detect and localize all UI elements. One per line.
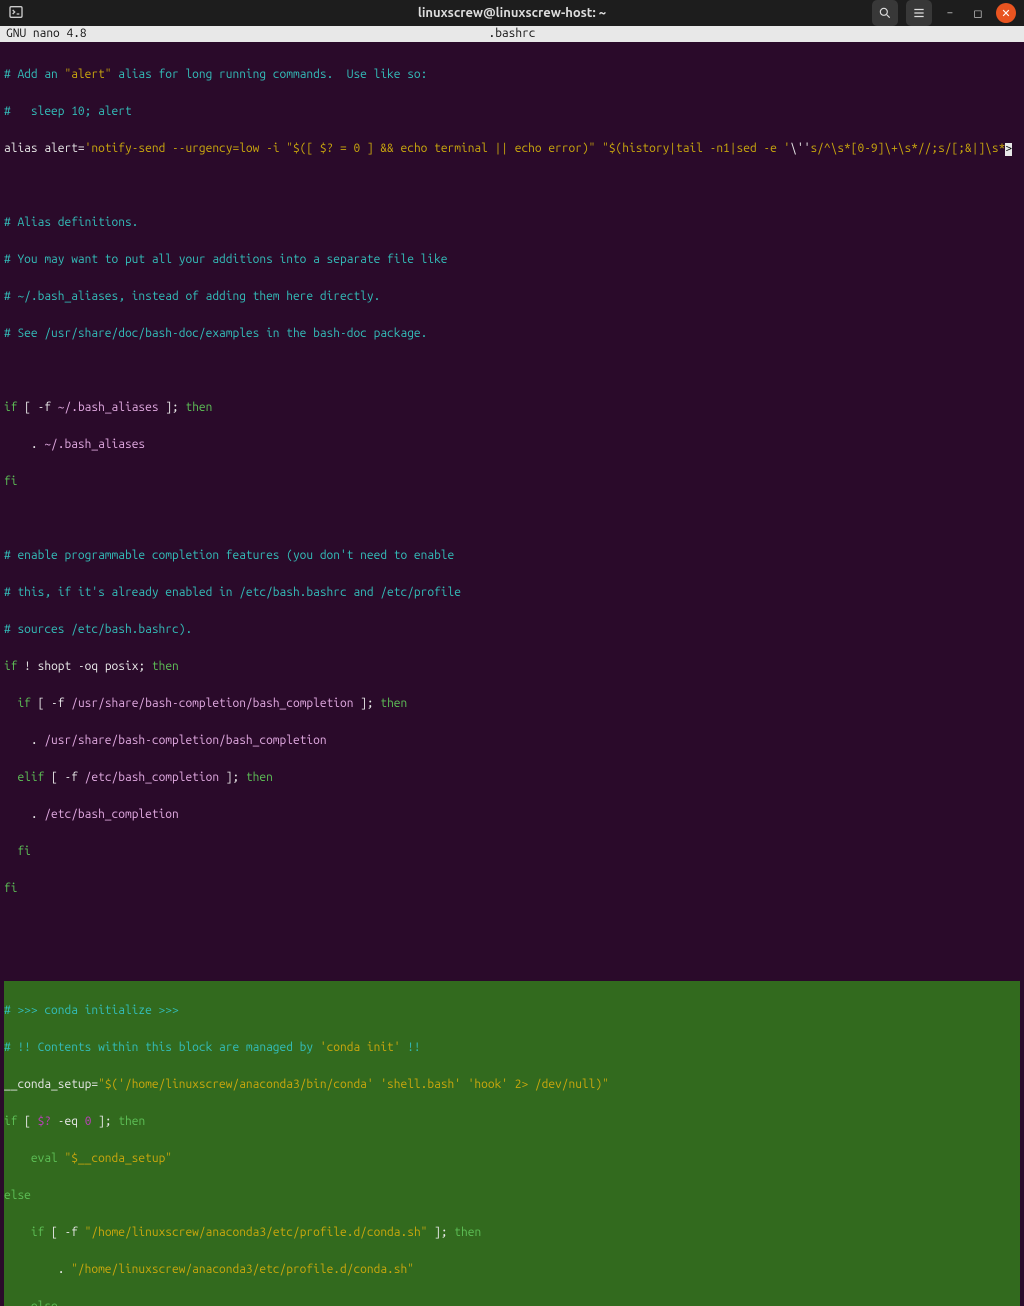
maximize-button[interactable]: ◻ [968, 3, 988, 23]
code-line: # !! Contents within this block are mana… [4, 1042, 1020, 1055]
gnome-top-bar: linuxscrew@linuxscrew-host: ~ − ◻ ✕ [0, 0, 1024, 26]
code-line: elif [ -f /etc/bash_completion ]; then [4, 772, 1020, 785]
code-line: . /etc/bash_completion [4, 809, 1020, 822]
menu-button[interactable] [906, 0, 932, 26]
code-line [4, 920, 1020, 933]
code-line: # Add an "alert" alias for long running … [4, 69, 1020, 82]
code-line: . ~/.bash_aliases [4, 439, 1020, 452]
code-line: # ~/.bash_aliases, instead of adding the… [4, 291, 1020, 304]
code-line: if [ -f /usr/share/bash-completion/bash_… [4, 698, 1020, 711]
code-line: alias alert='notify-send --urgency=low -… [4, 143, 1020, 156]
code-line [4, 180, 1020, 193]
close-button[interactable]: ✕ [996, 3, 1016, 23]
terminal-icon [8, 4, 24, 23]
code-line [4, 365, 1020, 378]
code-line: # sleep 10; alert [4, 106, 1020, 119]
editor-area[interactable]: # Add an "alert" alias for long running … [0, 43, 1024, 1306]
code-line: else [4, 1301, 1020, 1306]
code-line: # >>> conda initialize >>> [4, 1005, 1020, 1018]
code-line: . /usr/share/bash-completion/bash_comple… [4, 735, 1020, 748]
code-line: # You may want to put all your additions… [4, 254, 1020, 267]
nano-filename: .bashrc [206, 28, 818, 40]
window-title: linuxscrew@linuxscrew-host: ~ [344, 6, 680, 20]
nano-version: GNU nano 4.8 [6, 28, 206, 40]
code-line: fi [4, 883, 1020, 896]
code-line: # enable programmable completion feature… [4, 550, 1020, 563]
code-line: if [ $? -eq 0 ]; then [4, 1116, 1020, 1129]
code-line: __conda_setup="$('/home/linuxscrew/anaco… [4, 1079, 1020, 1092]
code-line: # Alias definitions. [4, 217, 1020, 230]
code-line [4, 513, 1020, 526]
code-line: # sources /etc/bash.bashrc). [4, 624, 1020, 637]
terminal[interactable]: GNU nano 4.8 .bashrc # Add an "alert" al… [0, 26, 1024, 1306]
minimize-button[interactable]: − [940, 3, 960, 23]
code-line: fi [4, 846, 1020, 859]
nano-header: GNU nano 4.8 .bashrc [0, 26, 1024, 43]
code-line: fi [4, 476, 1020, 489]
selection-block: # >>> conda initialize >>> # !! Contents… [4, 981, 1020, 1306]
code-line: if ! shopt -oq posix; then [4, 661, 1020, 674]
search-button[interactable] [872, 0, 898, 26]
code-line: . "/home/linuxscrew/anaconda3/etc/profil… [4, 1264, 1020, 1277]
code-line: # this, if it's already enabled in /etc/… [4, 587, 1020, 600]
code-line: if [ -f "/home/linuxscrew/anaconda3/etc/… [4, 1227, 1020, 1240]
code-line: else [4, 1190, 1020, 1203]
code-line: if [ -f ~/.bash_aliases ]; then [4, 402, 1020, 415]
code-line: eval "$__conda_setup" [4, 1153, 1020, 1166]
code-line: # See /usr/share/doc/bash-doc/examples i… [4, 328, 1020, 341]
